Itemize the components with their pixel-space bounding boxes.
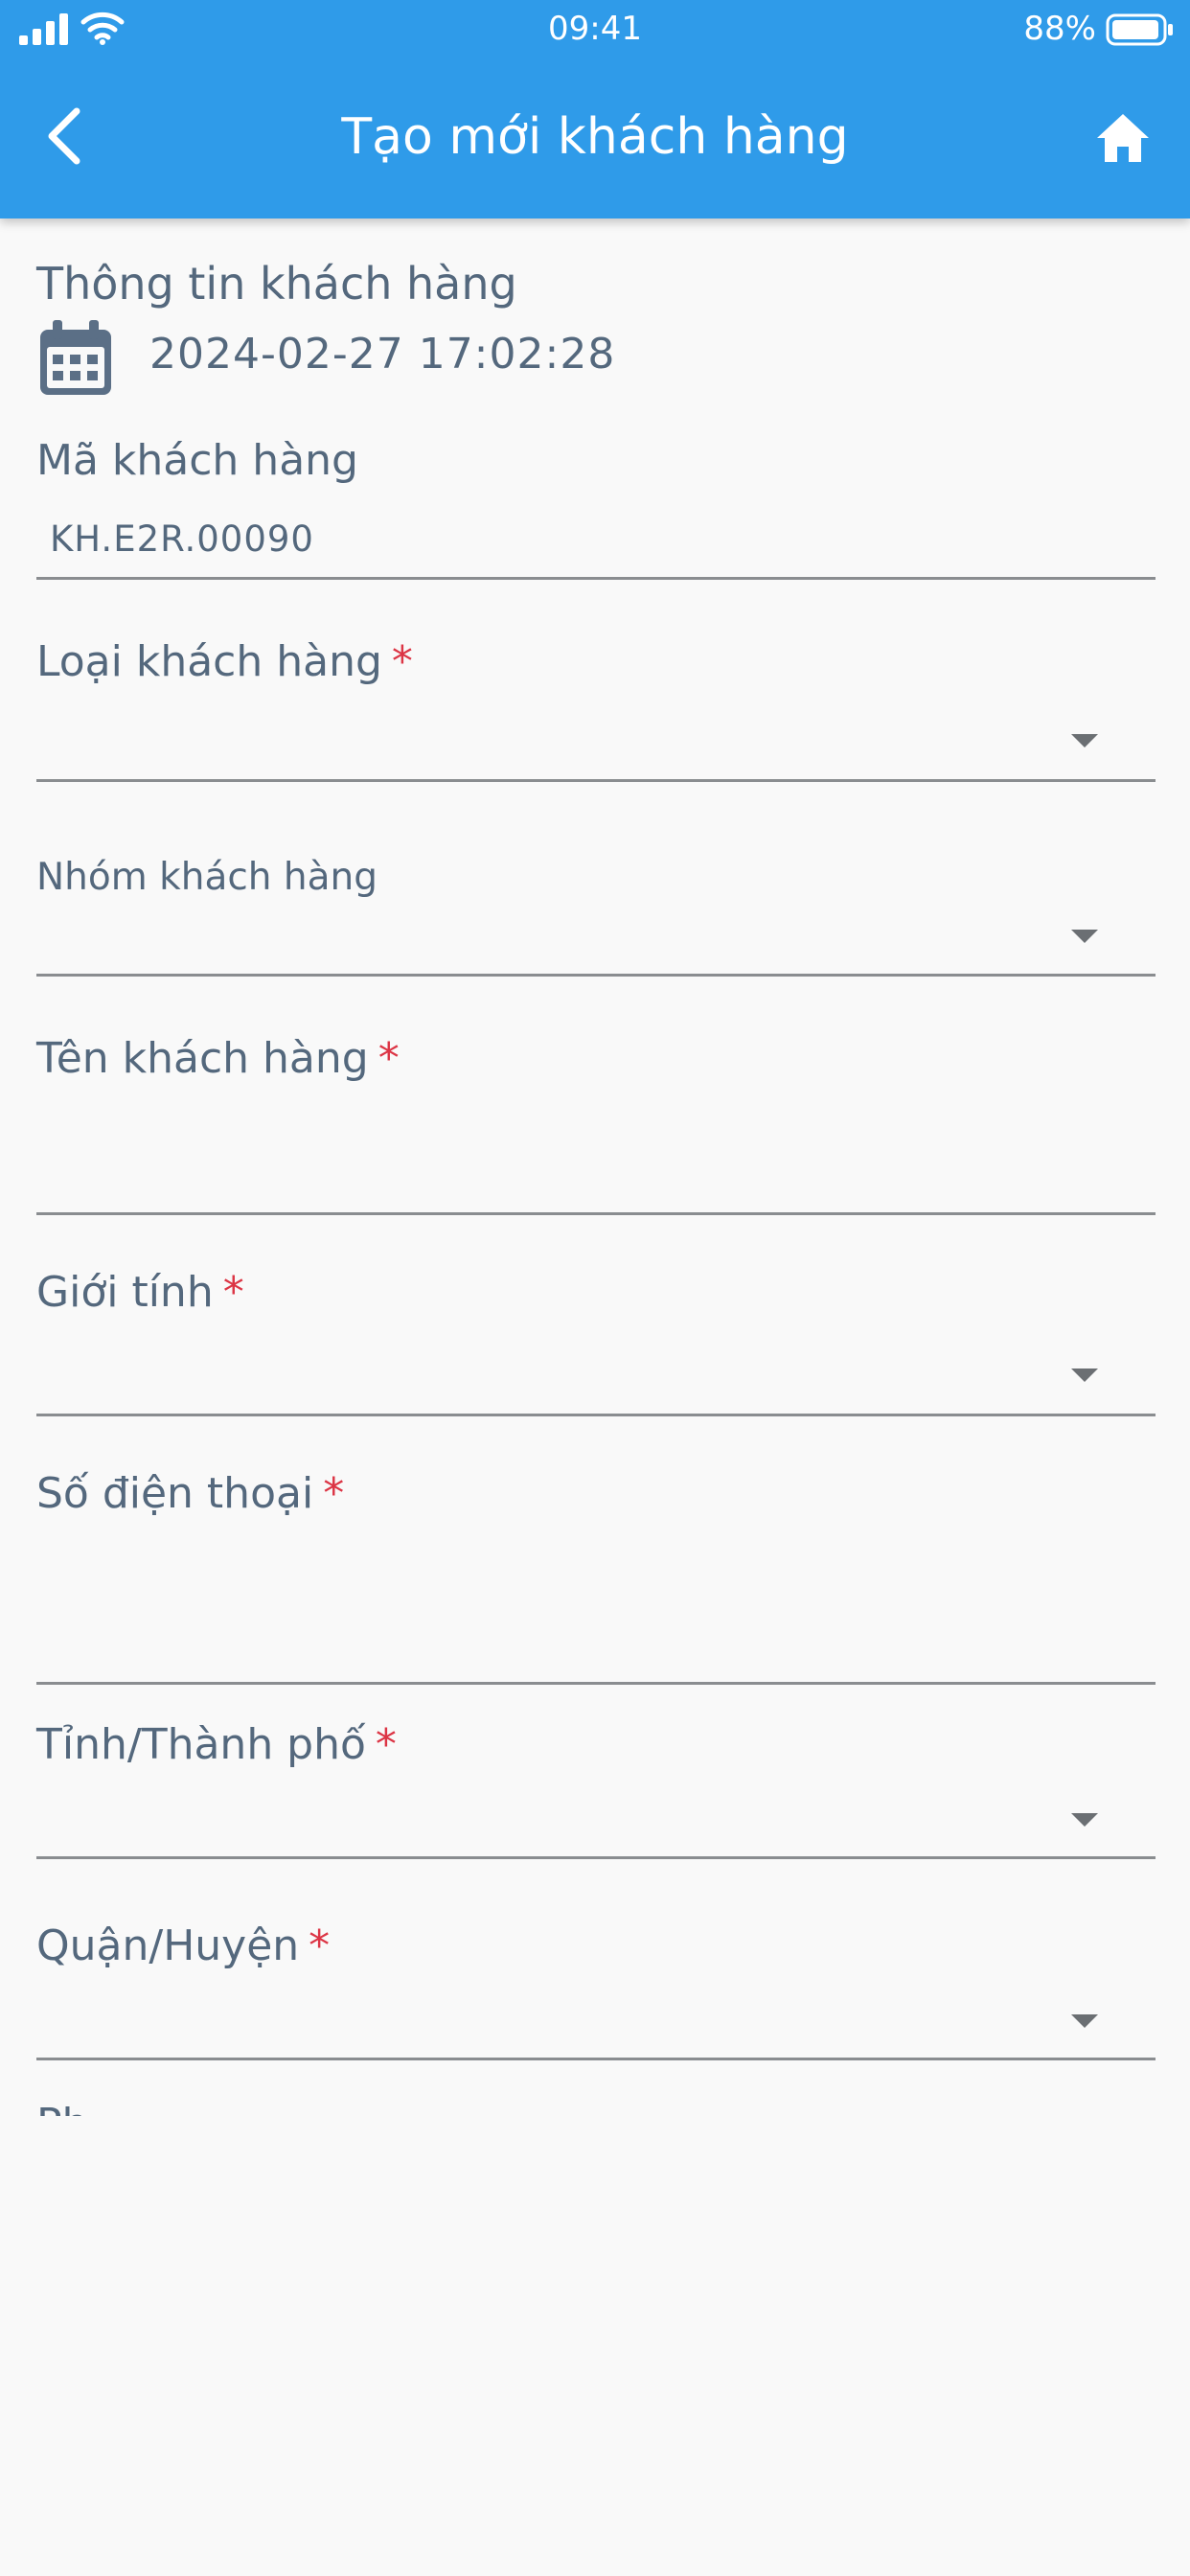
- province-label-text: Tỉnh/Thành phố: [36, 1720, 366, 1769]
- customer-type-label: Loại khách hàng *: [36, 636, 413, 688]
- district-label-text: Quận/Huyện: [36, 1921, 300, 1970]
- battery-percentage: 88%: [1023, 10, 1096, 48]
- dropdown-arrow-icon[interactable]: [1071, 2014, 1098, 2028]
- status-time: 09:41: [548, 10, 642, 48]
- app-header: 09:41 88% Tạo mới khách hàng: [0, 0, 1190, 218]
- customer-name-input[interactable]: Tên khách hàng *: [36, 1014, 1156, 1215]
- dropdown-arrow-icon[interactable]: [1071, 1368, 1098, 1382]
- calendar-icon: [40, 320, 111, 395]
- province-label: Tỉnh/Thành phố *: [36, 1719, 397, 1771]
- district-label: Quận/Huyện *: [36, 1920, 330, 1972]
- required-marker: *: [222, 1268, 244, 1317]
- home-button[interactable]: [1083, 100, 1163, 176]
- dropdown-arrow-icon[interactable]: [1071, 930, 1098, 943]
- required-marker: *: [323, 1469, 345, 1518]
- customer-code-label: Mã khách hàng: [36, 436, 358, 485]
- customer-type-dropdown[interactable]: Loại khách hàng *: [36, 621, 1156, 782]
- district-dropdown[interactable]: Quận/Huyện *: [36, 1896, 1156, 2060]
- customer-form: Thông tin khách hàng 2024-02-27 17:02:28…: [0, 218, 1190, 2116]
- page-title: Tạo mới khách hàng: [341, 108, 849, 166]
- created-datetime: 2024-02-27 17:02:28: [149, 330, 616, 379]
- next-field-label-partial: Ph: [36, 2099, 88, 2116]
- section-title: Thông tin khách hàng: [36, 258, 517, 310]
- customer-code-field: Mã khách hàng KH.E2R.00090: [36, 422, 1156, 580]
- required-marker: *: [309, 1921, 331, 1970]
- province-dropdown[interactable]: Tỉnh/Thành phố *: [36, 1694, 1156, 1859]
- customer-name-input-area[interactable]: [36, 1100, 1156, 1210]
- phone-input-area[interactable]: [36, 1541, 1156, 1680]
- customer-type-label-text: Loại khách hàng: [36, 637, 382, 686]
- customer-code-value: KH.E2R.00090: [50, 518, 314, 560]
- required-marker: *: [375, 1720, 397, 1769]
- phone-label-text: Số điện thoại: [36, 1469, 314, 1518]
- customer-name-label-text: Tên khách hàng: [36, 1034, 369, 1083]
- customer-group-label: Nhóm khách hàng: [36, 856, 378, 899]
- phone-input[interactable]: Số điện thoại *: [36, 1445, 1156, 1685]
- gender-label-text: Giới tính: [36, 1268, 214, 1317]
- gender-dropdown[interactable]: Giới tính *: [36, 1244, 1156, 1416]
- battery-icon: [1106, 13, 1173, 46]
- gender-label: Giới tính *: [36, 1267, 244, 1319]
- required-marker: *: [378, 1034, 400, 1083]
- customer-name-label: Tên khách hàng *: [36, 1033, 400, 1085]
- dropdown-arrow-icon[interactable]: [1071, 734, 1098, 748]
- required-marker: *: [391, 637, 413, 686]
- dropdown-arrow-icon[interactable]: [1071, 1813, 1098, 1827]
- phone-label: Số điện thoại *: [36, 1468, 344, 1520]
- status-bar: 09:41 88%: [0, 0, 1190, 59]
- home-icon: [1097, 114, 1149, 162]
- customer-group-dropdown[interactable]: Nhóm khách hàng: [36, 822, 1156, 977]
